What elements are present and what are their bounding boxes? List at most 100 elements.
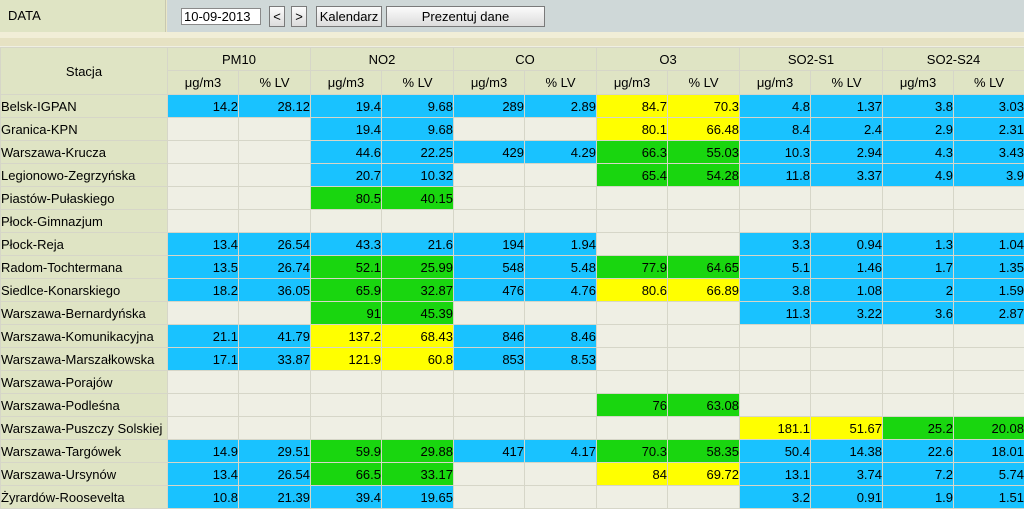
table-row: Belsk-IGPAN14.228.1219.49.682892.8984.77… — [1, 95, 1024, 118]
table-row: Warszawa-Ursynów13.426.5466.533.178469.7… — [1, 463, 1024, 486]
percent-lv-cell: 2.31 — [954, 118, 1024, 141]
percent-lv-cell: 41.79 — [239, 325, 311, 348]
percent-lv-cell: 33.17 — [382, 463, 454, 486]
concentration-cell — [883, 325, 954, 348]
concentration-cell: 289 — [454, 95, 525, 118]
unit-header: μg/m3 — [454, 71, 525, 95]
concentration-cell: 4.9 — [883, 164, 954, 187]
concentration-cell — [740, 210, 811, 233]
concentration-cell: 1.3 — [883, 233, 954, 256]
unit-header: μg/m3 — [311, 71, 382, 95]
percent-lv-cell: 1.35 — [954, 256, 1024, 279]
concentration-cell — [597, 325, 668, 348]
percent-lv-cell: 4.17 — [525, 440, 597, 463]
percent-lv-cell — [525, 463, 597, 486]
concentration-cell: 1.9 — [883, 486, 954, 509]
percent-lv-cell: 3.22 — [811, 302, 883, 325]
concentration-cell: 5.1 — [740, 256, 811, 279]
concentration-cell: 44.6 — [311, 141, 382, 164]
concentration-cell — [311, 417, 382, 440]
date-controls: < > Kalendarz Prezentuj dane — [167, 0, 1024, 32]
concentration-cell: 14.2 — [168, 95, 239, 118]
calendar-button[interactable]: Kalendarz — [316, 6, 382, 27]
concentration-cell: 80.1 — [597, 118, 668, 141]
percent-lv-cell: 18.01 — [954, 440, 1024, 463]
percent-lv-cell: 32.87 — [382, 279, 454, 302]
pollutant-header: O3 — [597, 48, 740, 71]
concentration-cell — [454, 302, 525, 325]
station-name: Warszawa-Puszczy Solskiej — [1, 417, 168, 440]
percent-lv-cell: 29.88 — [382, 440, 454, 463]
percent-lv-cell — [239, 210, 311, 233]
percent-lv-header: % LV — [954, 71, 1024, 95]
concentration-cell: 84 — [597, 463, 668, 486]
percent-lv-cell — [811, 348, 883, 371]
percent-lv-cell: 21.39 — [239, 486, 311, 509]
percent-lv-cell: 25.99 — [382, 256, 454, 279]
percent-lv-cell: 60.8 — [382, 348, 454, 371]
percent-lv-cell: 20.08 — [954, 417, 1024, 440]
table-row: Płock-Gimnazjum — [1, 210, 1024, 233]
percent-lv-cell: 1.08 — [811, 279, 883, 302]
concentration-cell: 10.3 — [740, 141, 811, 164]
date-input[interactable] — [181, 8, 261, 25]
percent-lv-cell — [954, 371, 1024, 394]
concentration-cell: 80.5 — [311, 187, 382, 210]
concentration-cell — [597, 210, 668, 233]
percent-lv-cell — [239, 371, 311, 394]
percent-lv-cell: 1.04 — [954, 233, 1024, 256]
percent-lv-cell — [239, 187, 311, 210]
concentration-cell — [311, 394, 382, 417]
next-day-button[interactable]: > — [291, 6, 307, 27]
percent-lv-cell: 55.03 — [668, 141, 740, 164]
percent-lv-cell — [525, 164, 597, 187]
percent-lv-header: % LV — [239, 71, 311, 95]
percent-lv-cell — [811, 187, 883, 210]
concentration-cell — [597, 486, 668, 509]
percent-lv-cell: 3.43 — [954, 141, 1024, 164]
station-name: Płock-Gimnazjum — [1, 210, 168, 233]
unit-header: μg/m3 — [597, 71, 668, 95]
show-data-button[interactable]: Prezentuj dane — [386, 6, 545, 27]
concentration-cell — [883, 210, 954, 233]
station-name: Płock-Reja — [1, 233, 168, 256]
percent-lv-cell — [382, 210, 454, 233]
concentration-cell: 13.5 — [168, 256, 239, 279]
table-row: Legionowo-Zegrzyńska20.710.3265.454.2811… — [1, 164, 1024, 187]
prev-day-button[interactable]: < — [269, 6, 285, 27]
table-row: Warszawa-Porajów — [1, 371, 1024, 394]
divider-band — [0, 38, 1024, 46]
station-column-header: Stacja — [1, 48, 168, 95]
percent-lv-cell — [668, 325, 740, 348]
percent-lv-cell — [525, 118, 597, 141]
concentration-cell — [597, 187, 668, 210]
concentration-cell — [168, 118, 239, 141]
concentration-cell — [168, 302, 239, 325]
percent-lv-cell: 40.15 — [382, 187, 454, 210]
percent-lv-cell: 2.94 — [811, 141, 883, 164]
concentration-cell — [454, 164, 525, 187]
percent-lv-cell: 66.48 — [668, 118, 740, 141]
concentration-cell: 4.3 — [883, 141, 954, 164]
percent-lv-cell: 1.46 — [811, 256, 883, 279]
concentration-cell: 417 — [454, 440, 525, 463]
concentration-cell — [883, 348, 954, 371]
concentration-cell: 194 — [454, 233, 525, 256]
percent-lv-cell: 68.43 — [382, 325, 454, 348]
concentration-cell — [168, 371, 239, 394]
station-name: Radom-Tochtermana — [1, 256, 168, 279]
percent-lv-cell — [525, 371, 597, 394]
percent-lv-cell: 3.9 — [954, 164, 1024, 187]
concentration-cell: 13.4 — [168, 463, 239, 486]
table-row: Płock-Reja13.426.5443.321.61941.943.30.9… — [1, 233, 1024, 256]
concentration-cell: 3.3 — [740, 233, 811, 256]
concentration-cell — [454, 187, 525, 210]
concentration-cell — [168, 141, 239, 164]
percent-lv-cell: 33.87 — [239, 348, 311, 371]
concentration-cell — [740, 325, 811, 348]
concentration-cell — [454, 371, 525, 394]
table-row: Warszawa-Targówek14.929.5159.929.884174.… — [1, 440, 1024, 463]
percent-lv-cell: 29.51 — [239, 440, 311, 463]
percent-lv-cell: 26.74 — [239, 256, 311, 279]
concentration-cell: 3.8 — [883, 95, 954, 118]
